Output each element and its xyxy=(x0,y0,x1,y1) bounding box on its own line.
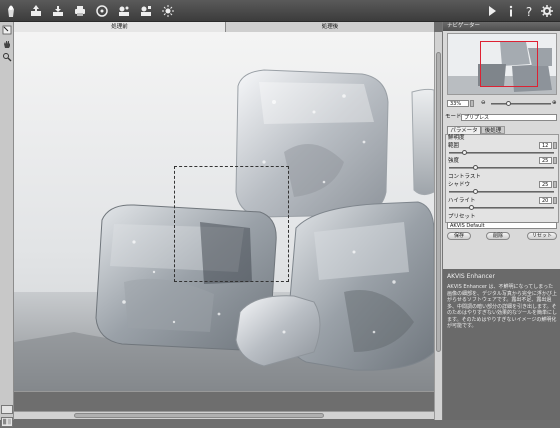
help-icon[interactable]: ? xyxy=(521,3,537,19)
reset-button[interactable]: リセット xyxy=(527,232,557,240)
tab-postprocess[interactable]: 後処理 xyxy=(481,126,505,134)
delete-preset-button[interactable]: 削除 xyxy=(486,232,510,240)
mode-value: プリプレス xyxy=(464,115,490,121)
panel-spacer xyxy=(443,244,560,269)
strength-slider[interactable] xyxy=(449,167,554,169)
view-single-icon[interactable] xyxy=(1,405,13,414)
open-icon[interactable] xyxy=(28,3,44,19)
highlight-slider-knob[interactable] xyxy=(469,205,474,210)
shadow-spinner[interactable] xyxy=(553,181,557,188)
highlight-value[interactable]: 20 xyxy=(539,197,552,204)
preset-select[interactable]: AKVIS Default xyxy=(447,222,557,229)
zoom-slider[interactable] xyxy=(491,103,551,105)
strength-value[interactable]: 25 xyxy=(539,157,552,164)
strength-spinner[interactable] xyxy=(553,157,557,164)
vertical-scrollbar[interactable] xyxy=(434,32,442,420)
strength-label: 強度 xyxy=(448,158,460,164)
save-icon[interactable] xyxy=(50,3,66,19)
batch-icon[interactable] xyxy=(116,3,132,19)
navigator-header: ナビゲーター xyxy=(443,22,560,31)
zoom-out-icon[interactable]: ⊖ xyxy=(481,100,486,107)
preset-value: AKVIS Default xyxy=(450,223,485,229)
main-toolbar: ? xyxy=(0,0,560,22)
shadow-value[interactable]: 25 xyxy=(539,181,552,188)
highlight-label: ハイライト xyxy=(448,198,476,204)
highlight-slider[interactable] xyxy=(449,207,554,209)
strength-slider-knob[interactable] xyxy=(473,165,478,170)
svg-text:?: ? xyxy=(526,5,532,18)
save-preset-button[interactable]: 保存 xyxy=(447,232,471,240)
tab-before[interactable]: 処理前 xyxy=(14,22,226,32)
view-tabs: 処理前 処理後 xyxy=(14,22,434,32)
presets-label: プリセット xyxy=(448,214,476,220)
tool-strip xyxy=(0,22,14,427)
print-icon[interactable] xyxy=(72,3,88,19)
image-canvas[interactable] xyxy=(14,32,434,392)
mode-select[interactable]: プリプレス xyxy=(461,114,557,121)
zoom-field[interactable]: 33% xyxy=(447,100,469,107)
share-icon[interactable] xyxy=(94,3,110,19)
view-split-icon[interactable] xyxy=(1,417,13,427)
horizontal-scroll-thumb[interactable] xyxy=(74,413,324,418)
tab-after[interactable]: 処理後 xyxy=(226,22,434,32)
vertical-scroll-thumb[interactable] xyxy=(436,52,441,352)
range-slider-knob[interactable] xyxy=(462,150,467,155)
zoom-in-icon[interactable]: ⊕ xyxy=(552,100,557,107)
zoom-tool-icon[interactable] xyxy=(2,52,12,62)
highlight-spinner[interactable] xyxy=(553,197,557,204)
zoom-dropdown[interactable] xyxy=(470,100,474,107)
range-value[interactable]: 12 xyxy=(539,142,552,149)
hand-tool-icon[interactable] xyxy=(2,39,12,49)
range-spinner[interactable] xyxy=(553,142,557,149)
run-icon[interactable] xyxy=(484,3,500,19)
tab-parameters[interactable]: パラメーター xyxy=(447,126,481,142)
navigator-thumbnail[interactable] xyxy=(447,33,557,95)
plugin-icon[interactable] xyxy=(138,3,154,19)
settings-sun-icon[interactable] xyxy=(160,3,176,19)
info-icon[interactable] xyxy=(503,3,519,19)
app-logo-icon[interactable] xyxy=(3,3,19,19)
preview-selection-frame[interactable] xyxy=(174,166,289,282)
canvas-margin xyxy=(14,392,434,411)
shadow-slider[interactable] xyxy=(449,191,554,193)
settings-panel: ナビゲーター 33% ⊖ ⊕ モード: プリプレス パラメーター 後処理 鮮明度… xyxy=(442,22,560,420)
crop-tool-icon[interactable] xyxy=(2,25,12,35)
preferences-icon[interactable] xyxy=(539,3,555,19)
range-label: 範囲 xyxy=(448,143,460,149)
shadow-slider-knob[interactable] xyxy=(473,189,478,194)
help-text: AKVIS Enhancer は、不鮮明になってしまった画像の細部を、デジタル写… xyxy=(447,284,558,329)
shadow-label: シャドウ xyxy=(448,182,471,188)
help-title: AKVIS Enhancer xyxy=(447,273,495,280)
contrast-header: コントラスト xyxy=(448,174,481,180)
navigator-view-rect[interactable] xyxy=(480,41,538,87)
zoom-slider-knob[interactable] xyxy=(506,101,511,106)
horizontal-scrollbar[interactable] xyxy=(14,411,434,419)
sharpness-header: 鮮明度 xyxy=(448,135,465,141)
